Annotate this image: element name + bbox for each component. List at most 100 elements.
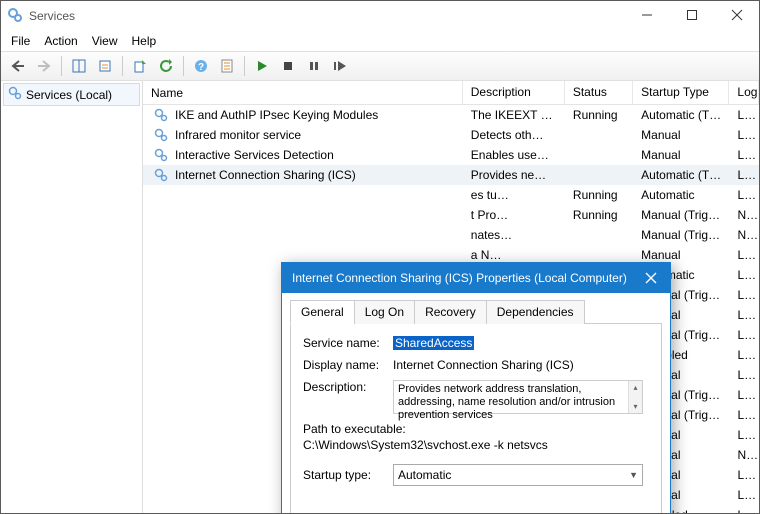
row-log: Loc xyxy=(729,348,759,362)
gear-icon xyxy=(151,168,171,182)
row-startup: Automatic (T… xyxy=(633,108,729,122)
tab-dependencies[interactable]: Dependencies xyxy=(486,300,585,324)
row-startup: Manual (Trig… xyxy=(633,228,729,242)
row-log: Loc xyxy=(729,428,759,442)
col-status[interactable]: Status xyxy=(565,81,633,104)
menu-view[interactable]: View xyxy=(92,34,118,48)
table-row[interactable]: Infrared monitor service Detects oth… Manu… xyxy=(143,125,759,145)
label-startup-type: Startup type: xyxy=(303,468,393,482)
menu-help[interactable]: Help xyxy=(132,34,157,48)
col-description[interactable]: Description xyxy=(463,81,565,104)
start-service-button[interactable] xyxy=(251,55,273,77)
row-status: Running xyxy=(565,188,633,202)
col-name[interactable]: Name xyxy=(143,81,463,104)
view-split-button[interactable] xyxy=(68,55,90,77)
maximize-button[interactable] xyxy=(669,1,714,29)
prop-sheet-button[interactable] xyxy=(216,55,238,77)
back-button[interactable] xyxy=(7,55,29,77)
row-log: Loc xyxy=(729,488,759,502)
row-desc: t Pro… xyxy=(463,208,565,222)
row-log: Loc xyxy=(729,268,759,282)
value-display-name: Internet Connection Sharing (ICS) xyxy=(393,358,649,372)
row-desc: The IKEEXT … xyxy=(463,108,565,122)
sidebar-item-label: Services (Local) xyxy=(26,88,112,102)
table-row[interactable]: t Pro…RunningManual (Trig…Net xyxy=(143,205,759,225)
minimize-button[interactable] xyxy=(624,1,669,29)
pause-service-button[interactable] xyxy=(303,55,325,77)
row-log: Loc xyxy=(729,248,759,262)
table-row[interactable]: es tu…RunningAutomaticLoc xyxy=(143,185,759,205)
col-log-on[interactable]: Log xyxy=(729,81,759,104)
scrollbar[interactable]: ▴▾ xyxy=(628,381,642,413)
forward-button[interactable] xyxy=(33,55,55,77)
app-icon xyxy=(7,7,23,26)
stop-service-button[interactable] xyxy=(277,55,299,77)
value-service-name[interactable]: SharedAccess xyxy=(393,336,474,350)
row-log: Loc xyxy=(729,148,759,162)
row-log: Net xyxy=(729,228,759,242)
row-startup: Automatic xyxy=(633,188,729,202)
row-status: Running xyxy=(565,208,633,222)
dialog-close-button[interactable] xyxy=(638,265,664,291)
tab-general[interactable]: General xyxy=(290,300,355,324)
chevron-up-icon: ▴ xyxy=(633,381,637,394)
menu-file[interactable]: File xyxy=(11,34,30,48)
row-desc: Provides ne… xyxy=(463,168,565,182)
row-name: Interactive Services Detection xyxy=(175,148,334,162)
row-status: Running xyxy=(565,108,633,122)
row-startup: Manual (Trig… xyxy=(633,208,729,222)
table-row[interactable]: IKE and AuthIP IPsec Keying Modules The I… xyxy=(143,105,759,125)
tab-log-on[interactable]: Log On xyxy=(354,300,415,324)
gear-icon xyxy=(151,108,171,122)
row-log: Loc xyxy=(729,188,759,202)
row-name: IKE and AuthIP IPsec Keying Modules xyxy=(175,108,378,122)
row-desc: Detects oth… xyxy=(463,128,565,142)
row-log: Loc xyxy=(729,388,759,402)
chevron-down-icon: ▾ xyxy=(633,400,637,413)
row-log: Net xyxy=(729,448,759,462)
row-desc: a N… xyxy=(463,248,565,262)
row-name: Internet Connection Sharing (ICS) xyxy=(175,168,356,182)
properties-dialog: Internet Connection Sharing (ICS) Proper… xyxy=(281,262,671,513)
row-log: Loc xyxy=(729,128,759,142)
row-name: Infrared monitor service xyxy=(175,128,301,142)
table-row[interactable]: Internet Connection Sharing (ICS) Provide… xyxy=(143,165,759,185)
row-log: Loc xyxy=(729,368,759,382)
row-startup: Manual xyxy=(633,148,729,162)
row-startup: Manual xyxy=(633,248,729,262)
row-log: Loc xyxy=(729,508,759,513)
row-startup: Manual xyxy=(633,128,729,142)
table-row[interactable]: nates… Manual (Trig…Net xyxy=(143,225,759,245)
row-desc: nates… xyxy=(463,228,565,242)
tab-recovery[interactable]: Recovery xyxy=(414,300,487,324)
row-log: Loc xyxy=(729,328,759,342)
restart-service-button[interactable] xyxy=(329,55,351,77)
value-path: C:\Windows\System32\svchost.exe -k netsv… xyxy=(303,438,649,452)
toolbar: ? xyxy=(1,51,759,81)
row-log: Loc xyxy=(729,468,759,482)
dialog-title: Internet Connection Sharing (ICS) Proper… xyxy=(292,271,627,285)
row-log: Loc xyxy=(729,408,759,422)
value-description[interactable]: Provides network address translation, ad… xyxy=(393,380,643,414)
label-display-name: Display name: xyxy=(303,358,393,372)
label-path: Path to executable: xyxy=(303,422,649,436)
sidebar-services-local[interactable]: Services (Local) xyxy=(3,83,140,106)
menu-action[interactable]: Action xyxy=(44,34,77,48)
table-row[interactable]: Interactive Services DetectionEnables us… xyxy=(143,145,759,165)
row-log: Loc xyxy=(729,108,759,122)
row-log: Net xyxy=(729,208,759,222)
gear-icon xyxy=(151,148,171,162)
label-service-name: Service name: xyxy=(303,336,393,350)
row-startup: Automatic (T… xyxy=(633,168,729,182)
properties-button[interactable] xyxy=(94,55,116,77)
refresh-button[interactable] xyxy=(155,55,177,77)
startup-type-select[interactable]: Automatic ▼ xyxy=(393,464,643,486)
col-startup-type[interactable]: Startup Type xyxy=(633,81,729,104)
row-log: Loc xyxy=(729,288,759,302)
window-title: Services xyxy=(29,9,75,23)
help-button[interactable]: ? xyxy=(190,55,212,77)
export-button[interactable] xyxy=(129,55,151,77)
gear-icon xyxy=(8,86,22,103)
close-button[interactable] xyxy=(714,1,759,29)
row-log: Loc xyxy=(729,168,759,182)
